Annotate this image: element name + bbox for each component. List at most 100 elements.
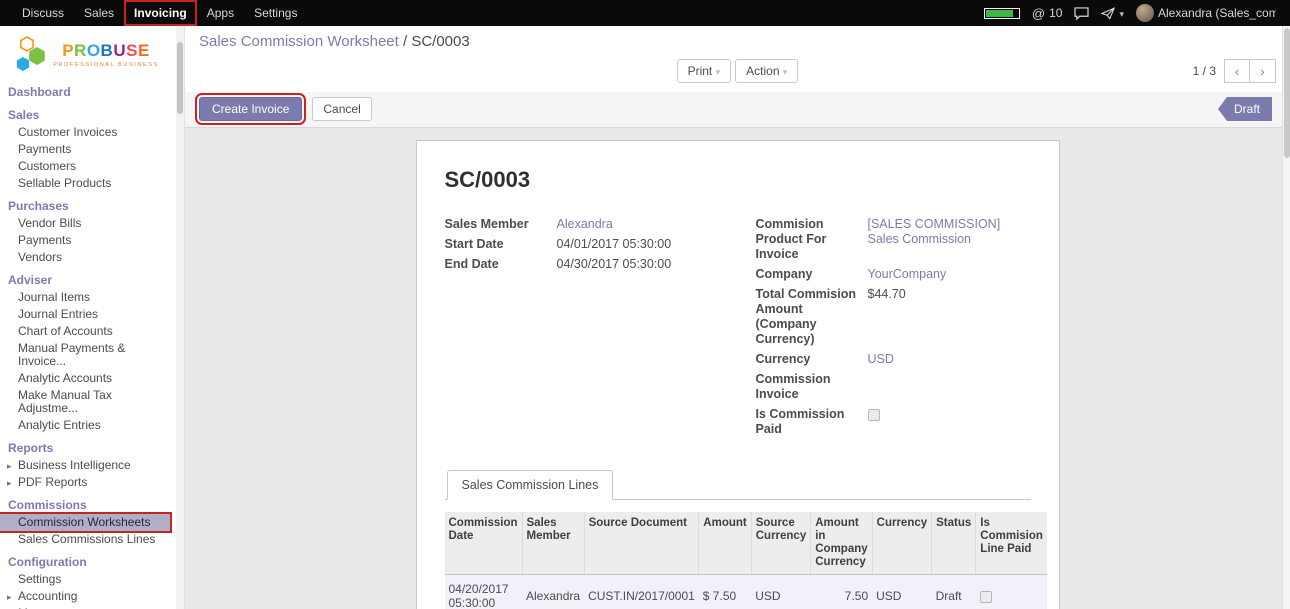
- start-date-value: 04/01/2017 05:30:00: [557, 237, 720, 252]
- end-date-value: 04/30/2017 05:30:00: [557, 257, 720, 272]
- menu-invoicing[interactable]: Invoicing: [124, 0, 197, 26]
- sidebar-item-journal-items[interactable]: Journal Items: [0, 289, 170, 306]
- sidebar-section-purchases[interactable]: Purchases: [0, 192, 170, 215]
- sidebar-item-business-intelligence[interactable]: Business Intelligence: [0, 457, 170, 474]
- sidebar-item-payments-purchases[interactable]: Payments: [0, 232, 170, 249]
- status-badge-draft[interactable]: Draft: [1218, 97, 1272, 121]
- sales-member-label: Sales Member: [445, 217, 557, 232]
- print-button[interactable]: Print: [677, 59, 732, 83]
- breadcrumb-parent-link[interactable]: Sales Commission Worksheet: [199, 33, 399, 50]
- col-currency[interactable]: Currency: [872, 512, 932, 575]
- expand-arrow-icon: [7, 459, 12, 473]
- col-amount-company-currency[interactable]: Amount in Company Currency: [811, 512, 872, 575]
- sidebar-item-chart-of-accounts[interactable]: Chart of Accounts: [0, 323, 170, 340]
- col-commission-date[interactable]: Commission Date: [445, 512, 523, 575]
- sidebar-scrollbar[interactable]: [176, 26, 184, 609]
- tab-sales-commission-lines[interactable]: Sales Commission Lines: [447, 470, 614, 500]
- cell-amount[interactable]: $ 7.50: [699, 575, 751, 609]
- sidebar-section-sales[interactable]: Sales: [0, 101, 170, 124]
- sidebar-item-accounting[interactable]: Accounting: [0, 588, 170, 605]
- menu-discuss[interactable]: Discuss: [12, 0, 74, 26]
- sidebar-item-settings[interactable]: Settings: [0, 571, 170, 588]
- logo-letter: S: [126, 41, 138, 60]
- col-source-document[interactable]: Source Document: [584, 512, 699, 575]
- sidebar-section-reports[interactable]: Reports: [0, 434, 170, 457]
- menu-settings[interactable]: Settings: [244, 0, 307, 26]
- menu-sales[interactable]: Sales: [74, 0, 124, 26]
- sidebar-item-management[interactable]: Management: [0, 605, 170, 609]
- col-status[interactable]: Status: [932, 512, 976, 575]
- col-is-commission-line-paid[interactable]: Is Commision Line Paid: [976, 512, 1047, 575]
- logo-hexagons-icon: [11, 34, 49, 74]
- sidebar-item-analytic-accounts[interactable]: Analytic Accounts: [0, 370, 170, 387]
- sidebar-item-manual-payments[interactable]: Manual Payments & Invoice...: [0, 340, 170, 370]
- cell-company-amount[interactable]: 7.50: [811, 575, 872, 609]
- cancel-button[interactable]: Cancel: [312, 97, 371, 121]
- timer-gauge-icon[interactable]: [984, 8, 1020, 19]
- sidebar-item-vendors[interactable]: Vendors: [0, 249, 170, 266]
- sidebar-section-dashboard[interactable]: Dashboard: [0, 78, 170, 101]
- create-invoice-button[interactable]: Create Invoice: [199, 97, 302, 121]
- logo-letter: U: [113, 41, 126, 60]
- content-scrollbar-thumb[interactable]: [1284, 28, 1290, 158]
- col-source-currency[interactable]: Source Currency: [751, 512, 811, 575]
- caret-down-icon: [1119, 6, 1124, 20]
- breadcrumb-current: SC/0003: [411, 33, 469, 50]
- sidebar-item-payments[interactable]: Payments: [0, 141, 170, 158]
- at-icon: @: [1032, 6, 1045, 21]
- sidebar-menu: Dashboard Sales Customer Invoices Paymen…: [0, 78, 170, 609]
- content-scrollbar[interactable]: [1282, 26, 1290, 609]
- cell-date[interactable]: 04/20/2017 05:30:00: [445, 575, 523, 609]
- sidebar-scrollbar-thumb[interactable]: [177, 42, 183, 114]
- field-group-right: Commision Product For Invoice [SALES COM…: [756, 217, 1031, 442]
- table-row[interactable]: 04/20/2017 05:30:00 Alexandra CUST.IN/20…: [445, 575, 1047, 609]
- sidebar-item-customer-invoices[interactable]: Customer Invoices: [0, 124, 170, 141]
- cell-source-currency[interactable]: USD: [751, 575, 811, 609]
- sidebar-item-analytic-entries[interactable]: Analytic Entries: [0, 417, 170, 434]
- cell-status[interactable]: Draft: [932, 575, 976, 609]
- currency-value[interactable]: USD: [868, 352, 1031, 367]
- logo-letter: E: [138, 41, 150, 60]
- cell-paid[interactable]: [976, 575, 1047, 609]
- field-group-left: Sales Member Alexandra Start Date 04/01/…: [445, 217, 720, 442]
- col-amount[interactable]: Amount: [699, 512, 751, 575]
- planner-menu[interactable]: [1101, 6, 1124, 20]
- menu-apps[interactable]: Apps: [197, 0, 244, 26]
- notebook: Sales Commission Lines Commission Date S…: [445, 470, 1031, 609]
- sidebar-item-vendor-bills[interactable]: Vendor Bills: [0, 215, 170, 232]
- sidebar-item-journal-entries[interactable]: Journal Entries: [0, 306, 170, 323]
- logo-letter: R: [74, 41, 87, 60]
- action-button[interactable]: Action: [735, 59, 798, 83]
- line-paid-checkbox: [980, 591, 992, 603]
- col-sales-member[interactable]: Sales Member: [522, 512, 584, 575]
- expand-arrow-icon: [7, 476, 12, 490]
- systray: @ 10 Alexandra (Sales_comm...: [984, 0, 1282, 26]
- company-label: Company: [756, 267, 868, 282]
- pager-previous-button[interactable]: [1224, 59, 1250, 83]
- commission-product-value[interactable]: [SALES COMMISSION] Sales Commission: [868, 217, 1031, 262]
- sales-member-value[interactable]: Alexandra: [557, 217, 720, 232]
- sidebar-item-sellable-products[interactable]: Sellable Products: [0, 175, 170, 192]
- messages-menu[interactable]: [1074, 7, 1089, 20]
- sidebar-section-adviser[interactable]: Adviser: [0, 266, 170, 289]
- sidebar-section-configuration[interactable]: Configuration: [0, 548, 170, 571]
- cell-doc[interactable]: CUST.IN/2017/0001: [584, 575, 699, 609]
- cell-member[interactable]: Alexandra: [522, 575, 584, 609]
- logo-letter: P: [62, 41, 74, 60]
- caret-down-icon: [783, 64, 788, 78]
- sidebar-section-commissions[interactable]: Commissions: [0, 491, 170, 514]
- sidebar-item-pdf-reports[interactable]: PDF Reports: [0, 474, 170, 491]
- activities-menu[interactable]: @ 10: [1032, 6, 1063, 21]
- sidebar-item-sales-commissions-lines[interactable]: Sales Commissions Lines: [0, 531, 170, 548]
- sidebar-item-commission-worksheets[interactable]: Commission Worksheets: [0, 514, 170, 531]
- pager: 1 / 3: [1193, 59, 1276, 83]
- breadcrumb-separator: /: [403, 33, 407, 50]
- is-commission-paid-label: Is Commission Paid: [756, 407, 868, 437]
- sidebar-item-manual-tax-adjustment[interactable]: Make Manual Tax Adjustme...: [0, 387, 170, 417]
- user-menu[interactable]: Alexandra (Sales_comm...: [1136, 4, 1276, 22]
- company-value[interactable]: YourCompany: [868, 267, 1031, 282]
- timer-fill: [986, 10, 1014, 17]
- cell-currency[interactable]: USD: [872, 575, 932, 609]
- sidebar-item-customers[interactable]: Customers: [0, 158, 170, 175]
- pager-next-button[interactable]: [1250, 59, 1276, 83]
